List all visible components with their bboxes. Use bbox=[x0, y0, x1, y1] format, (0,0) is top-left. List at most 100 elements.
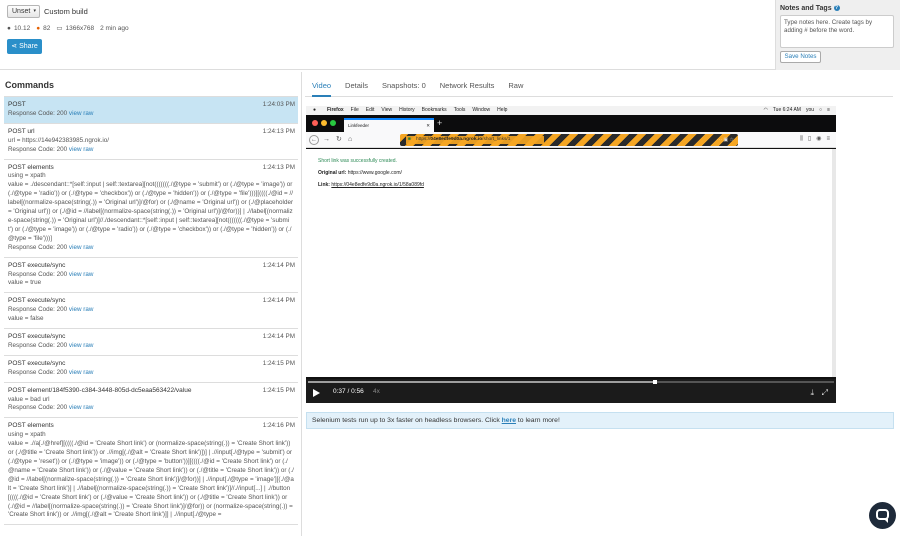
video-time: 0:37 / 0:56 bbox=[333, 388, 364, 395]
success-message: Short link was successfully created. bbox=[318, 158, 397, 164]
command-row[interactable]: POST elements 1:24:16 PM using = xpath val… bbox=[4, 418, 298, 526]
response-code: Response Code: 200 bbox=[8, 341, 68, 349]
mac-menu-item: Edit bbox=[365, 107, 375, 113]
url-text: ■ https://04e8edfe9d0a.ngrok.io/short_lin… bbox=[406, 136, 544, 144]
command-response: Response Code: 200 view raw bbox=[8, 244, 294, 253]
command-name: POST bbox=[8, 101, 26, 108]
command-result: value = false bbox=[8, 315, 44, 323]
speed-button[interactable]: 4x bbox=[373, 388, 380, 395]
original-url-value: https://www.google.com/ bbox=[347, 170, 402, 176]
original-url-row: Original url: https://www.google.com/ bbox=[318, 170, 402, 176]
share-label: Share bbox=[19, 43, 38, 50]
command-name: POST execute/sync bbox=[8, 333, 66, 341]
forward-icon: → bbox=[323, 136, 330, 143]
mac-menu-item: View bbox=[381, 107, 393, 113]
play-icon[interactable] bbox=[313, 389, 320, 397]
browser-tab: Linkfeeder ✕ bbox=[344, 118, 434, 132]
command-row[interactable]: POST elements 1:24:13 PM using = xpath val… bbox=[4, 159, 298, 258]
video-player[interactable]: ● Firefox File Edit View History Bookmarks Too… bbox=[306, 106, 836, 403]
monitor-icon: ▭ bbox=[56, 25, 63, 32]
account-icon: ◉ bbox=[816, 136, 822, 142]
browser-tab-strip: Linkfeeder ✕ + bbox=[306, 115, 836, 132]
video-progress-handle[interactable] bbox=[653, 380, 658, 384]
save-notes-button[interactable]: Save Notes bbox=[780, 51, 821, 63]
mac-menu-item: Bookmarks bbox=[421, 107, 447, 113]
resolution: 1366x768 bbox=[65, 24, 95, 32]
command-time: 1:24:03 PM bbox=[262, 101, 295, 108]
command-row[interactable]: POST execute/sync 1:24:14 PM Response Code… bbox=[4, 257, 298, 294]
command-row[interactable]: POST 1:24:03 PM Response Code: 200 view ra… bbox=[4, 97, 298, 124]
browser-tab-title: Linkfeeder bbox=[348, 123, 370, 128]
search-icon: ○ bbox=[819, 107, 823, 113]
command-response: Response Code: 200 view raw bbox=[8, 369, 294, 378]
view-raw-link[interactable]: view raw bbox=[69, 146, 94, 153]
bookmark-star-icon: ··· ▣ ☆ bbox=[717, 137, 734, 143]
view-raw-link[interactable]: view raw bbox=[69, 244, 94, 251]
response-code: Response Code: 200 bbox=[8, 270, 68, 278]
url-scheme: https:// bbox=[416, 137, 431, 142]
command-row[interactable]: POST execute/sync 1:24:15 PM Response Code… bbox=[4, 355, 298, 383]
pane-divider bbox=[301, 72, 302, 536]
command-row[interactable]: POST execute/sync 1:24:14 PM Response Code… bbox=[4, 293, 298, 330]
download-icon[interactable]: ⤓ bbox=[810, 388, 814, 398]
command-response: Response Code: 200 view raw bbox=[8, 342, 294, 351]
close-icon: ✕ bbox=[426, 123, 430, 128]
help-icon[interactable]: ? bbox=[833, 5, 840, 12]
chat-launcher-button[interactable] bbox=[869, 502, 896, 529]
status-value: Unset bbox=[12, 8, 31, 15]
tab-network-results[interactable]: Network Results bbox=[440, 79, 495, 97]
share-button[interactable]: ⋖ Share bbox=[7, 39, 42, 54]
short-link-row: Link: https://04e8edfe9d0a.ngrok.io/1/58… bbox=[318, 182, 424, 188]
command-row[interactable]: POST url 1:24:13 PM url = https://14e94238… bbox=[4, 123, 298, 160]
command-body: value = bad url bbox=[8, 395, 50, 403]
command-name: POST execute/sync bbox=[8, 297, 66, 305]
mac-menus: Firefox File Edit View History Bookmarks Tools… bbox=[327, 106, 514, 115]
video-progress-fill bbox=[308, 381, 656, 383]
command-body: using = xpath value = ./descendant::*[se… bbox=[8, 172, 294, 242]
apple-icon: ● bbox=[7, 24, 11, 32]
back-icon: ← bbox=[309, 135, 319, 145]
firefox-icon: ● bbox=[36, 24, 41, 32]
command-row[interactable]: POST element/184f5390-c384-3448-805d-dc5… bbox=[4, 382, 298, 419]
tab-raw[interactable]: Raw bbox=[508, 79, 523, 97]
apple-icon: ● bbox=[313, 107, 317, 113]
command-time: 1:24:14 PM bbox=[262, 333, 295, 341]
command-name: POST elements bbox=[8, 422, 54, 430]
command-time: 1:24:13 PM bbox=[262, 163, 295, 171]
command-response: Response Code: 200 view raw bbox=[8, 271, 294, 280]
status-select[interactable]: Unset ▾ bbox=[7, 5, 40, 18]
fullscreen-icon[interactable]: ⤢ bbox=[822, 388, 828, 398]
short-link-value: https://04e8edfe9d0a.ngrok.io/1/58a089fd bbox=[331, 182, 424, 188]
mac-menu-item: Firefox bbox=[327, 107, 344, 113]
banner-link[interactable]: here bbox=[502, 417, 516, 424]
library-icon: ⫼ bbox=[800, 136, 803, 142]
response-code: Response Code: 200 bbox=[8, 368, 68, 376]
tab-snapshots[interactable]: Snapshots: 0 bbox=[382, 79, 426, 97]
command-response: Response Code: 200 view raw bbox=[8, 306, 294, 315]
headless-banner: Selenium tests run up to 3x faster on he… bbox=[306, 412, 894, 429]
mac-user: you bbox=[805, 107, 815, 113]
banner-text: Selenium tests run up to 3x faster on he… bbox=[312, 417, 502, 424]
view-raw-link[interactable]: view raw bbox=[69, 271, 94, 278]
notes-input[interactable]: Type notes here. Create tags by adding #… bbox=[780, 15, 894, 48]
view-raw-link[interactable]: view raw bbox=[69, 342, 94, 349]
mac-menu-bar: ● Firefox File Edit View History Bookmarks Too… bbox=[306, 106, 836, 115]
view-raw-link[interactable]: view raw bbox=[69, 404, 94, 411]
response-code: Response Code: 200 bbox=[8, 243, 68, 251]
tab-video[interactable]: Video bbox=[312, 79, 332, 97]
command-time: 1:24:15 PM bbox=[262, 359, 295, 367]
view-raw-link[interactable]: view raw bbox=[69, 110, 94, 117]
video-controls: 0:37 / 0:56 4x ⤓ ⤢ bbox=[306, 379, 836, 403]
tab-details[interactable]: Details bbox=[345, 79, 368, 97]
commands-list[interactable]: POST 1:24:03 PM Response Code: 200 view ra… bbox=[4, 96, 298, 536]
view-raw-link[interactable]: view raw bbox=[69, 369, 94, 376]
command-row[interactable]: POST execute/sync 1:24:14 PM Response Code… bbox=[4, 329, 298, 356]
video-progress-bar[interactable] bbox=[308, 380, 834, 384]
mac-clock: Tue 6:24 AM bbox=[772, 107, 801, 113]
mac-status: ◠ Tue 6:24 AM you ○ ≡ bbox=[758, 106, 830, 115]
view-raw-link[interactable]: view raw bbox=[69, 306, 94, 313]
browser-nav-bar: ← → ↻ ⌂ ■ https://04e8edfe9d0a.ngrok.io/s… bbox=[306, 132, 836, 148]
original-url-label: Original url: bbox=[318, 170, 347, 176]
url-host: 04e8edfe9d0a.ngrok.io bbox=[430, 137, 483, 142]
command-result: value = true bbox=[8, 279, 42, 287]
